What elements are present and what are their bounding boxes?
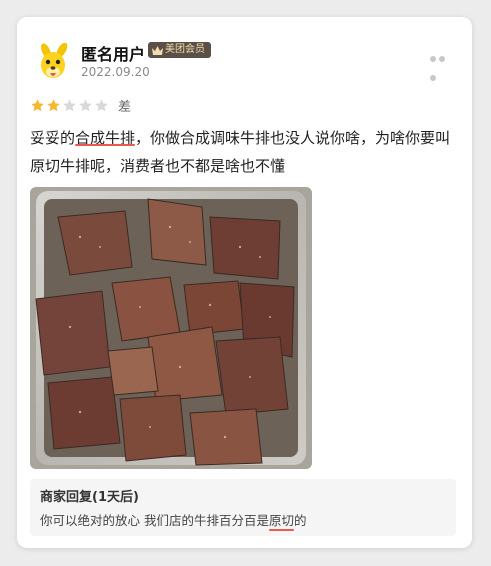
more-dot — [439, 56, 445, 62]
rating-label: 差 — [118, 100, 132, 115]
star-empty-icon — [95, 99, 108, 112]
star-filled-icon — [31, 99, 44, 112]
review-text: 妥妥的合成牛排，你做合成调味牛排也没人说你啥，为啥你要叫原切牛排呢，消费者也不都… — [30, 124, 460, 180]
avatar[interactable] — [33, 42, 73, 82]
review-photo[interactable] — [30, 187, 312, 469]
reply-text-highlight: 原切 — [268, 513, 294, 528]
reply-text-part: 你可以绝对的放心 我们店的牛排百分百是 — [40, 513, 269, 528]
reply-text-part: 的 — [294, 513, 307, 528]
star-rating: 差 — [30, 96, 131, 115]
member-badge: 美团会员 — [148, 42, 211, 58]
star-filled-icon — [47, 99, 60, 112]
user-name[interactable]: 匿名用户 — [81, 41, 145, 65]
crown-icon — [152, 45, 163, 55]
more-icon[interactable] — [430, 47, 456, 81]
more-dot — [430, 75, 436, 81]
star-empty-icon — [63, 99, 76, 112]
merchant-reply: 商家回复(1天后) 你可以绝对的放心 我们店的牛排百分百是原切的 — [30, 479, 456, 536]
review-text-highlight: 合成牛排 — [75, 129, 136, 147]
review-card: 匿名用户 美团会员 2022.09.20 差 妥妥的合成牛排，你做合成调味牛排也… — [17, 17, 472, 548]
more-dot — [430, 56, 436, 62]
merchant-reply-title: 商家回复(1天后) — [40, 490, 139, 505]
merchant-reply-text: 你可以绝对的放心 我们店的牛排百分百是原切的 — [40, 510, 307, 529]
member-badge-label: 美团会员 — [165, 44, 205, 55]
review-date: 2022.09.20 — [81, 65, 150, 79]
star-empty-icon — [79, 99, 92, 112]
review-text-part: 妥妥的 — [30, 129, 76, 147]
